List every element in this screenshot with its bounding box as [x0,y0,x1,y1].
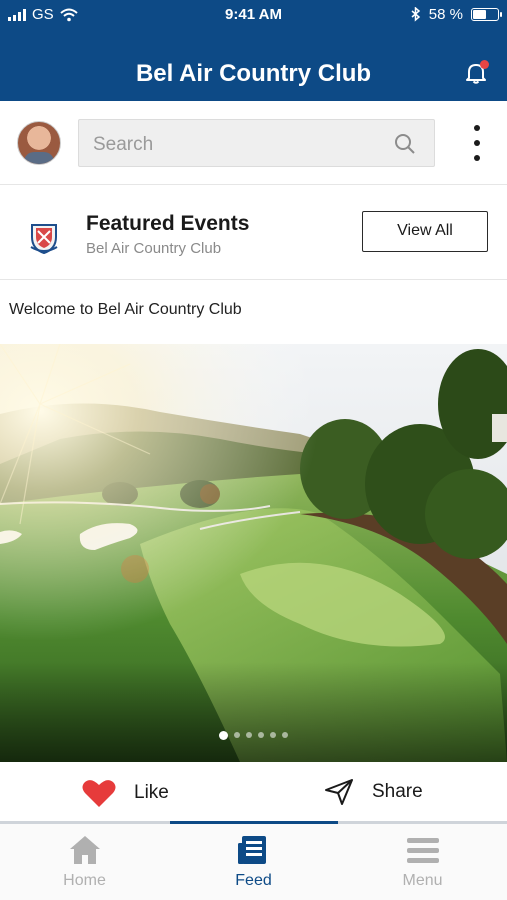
carousel-dot[interactable] [246,732,252,738]
search-icon [395,134,415,154]
page-title: Bel Air Country Club [135,60,372,87]
carousel-dot[interactable] [282,732,288,738]
like-button[interactable]: Like [82,778,169,808]
search-input[interactable]: Search [78,119,435,167]
avatar[interactable] [17,121,61,165]
share-button[interactable]: Share [324,778,423,806]
menu-icon [406,838,439,863]
active-tab-indicator [170,821,338,824]
notifications-button[interactable] [465,60,489,84]
app-header: GS 9:41 AM 58 % Bel Air Country Club [0,0,507,101]
tab-menu[interactable]: Menu [338,834,507,890]
carousel-dot[interactable] [219,731,228,740]
post-text: Welcome to Bel Air Country Club [9,301,242,318]
tab-feed[interactable]: Feed [169,834,338,890]
post-actions: Like Share [0,762,507,824]
view-all-button[interactable]: View All [362,211,488,252]
search-placeholder: Search [93,134,154,155]
home-icon [69,836,100,864]
tab-bar: Home Feed Menu [0,821,507,900]
tab-menu-label: Menu [402,872,443,889]
featured-events-subtitle: Bel Air Country Club [86,240,222,257]
golf-course-photo [0,344,507,762]
bluetooth-icon [411,7,420,22]
carousel-dot[interactable] [270,732,276,738]
feed-icon [237,836,266,864]
carousel-indicator[interactable] [0,731,507,740]
carousel-dot[interactable] [234,732,240,738]
share-label: Share [372,781,423,802]
club-crest-logo [30,224,58,255]
featured-events-title: Featured Events [86,212,250,235]
search-row: Search [0,101,507,185]
post-image[interactable] [0,344,507,762]
notification-dot [480,60,489,69]
carousel-dot[interactable] [258,732,264,738]
send-icon [325,779,353,805]
battery-icon [471,8,502,21]
battery-label: 58 % [428,6,463,23]
status-right: 58 % [411,6,502,23]
featured-events-section: Featured Events Bel Air Country Club Vie… [0,186,507,280]
heart-icon [82,780,116,807]
more-options-button[interactable] [473,125,481,161]
tab-home-label: Home [63,872,106,889]
like-label: Like [134,782,169,803]
tab-home[interactable]: Home [0,834,169,890]
tab-feed-label: Feed [235,872,272,889]
status-bar: GS 9:41 AM 58 % [0,0,507,30]
